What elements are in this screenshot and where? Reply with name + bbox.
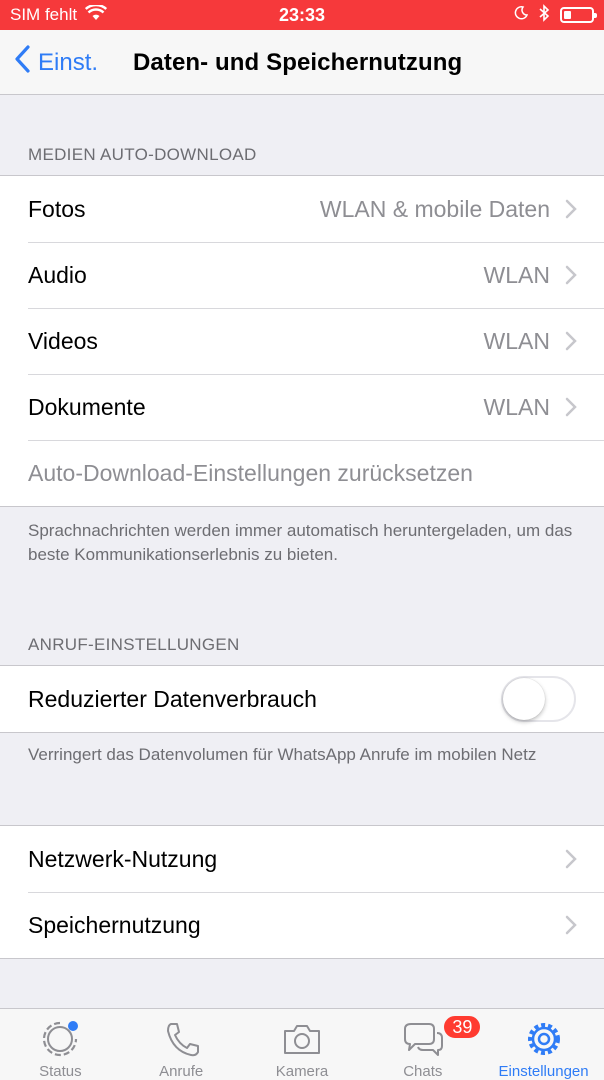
battery-icon [559,7,597,23]
tab-label: Status [39,1063,82,1080]
chevron-right-icon [565,397,577,417]
tab-camera[interactable]: Kamera [242,1009,363,1080]
tab-bar: Status Anrufe Kamera 39 Chats Einstellun… [0,1008,604,1080]
page-title: Daten- und Speichernutzung [133,48,463,76]
row-dokumente[interactable]: Dokumente WLAN [0,374,604,440]
unread-badge: 39 [442,1014,483,1040]
chevron-right-icon [565,331,577,351]
bluetooth-icon [538,3,550,27]
wifi-icon [85,3,108,26]
row-label: Speichernutzung [28,911,201,938]
back-button[interactable]: Einst. [14,30,98,95]
row-label: Fotos [28,195,86,222]
navigation-bar: Einst. Daten- und Speichernutzung [0,30,604,95]
tab-settings[interactable]: Einstellungen [483,1009,604,1080]
low-data-toggle[interactable] [501,676,576,722]
reset-auto-download-button[interactable]: Auto-Download-Einstellungen zurücksetzen [0,440,604,506]
status-icon [43,1021,79,1057]
chevron-right-icon [565,199,577,219]
row-value: WLAN [483,327,550,354]
carrier-label: SIM fehlt [10,5,78,24]
chevron-right-icon [565,915,577,935]
reset-label: Auto-Download-Einstellungen zurücksetzen [28,459,473,486]
usage-group: Netzwerk-Nutzung Speichernutzung [0,825,604,959]
call-group: Reduzierter Datenverbrauch [0,665,604,733]
media-group: Fotos WLAN & mobile Daten Audio WLAN Vid… [0,175,604,507]
row-low-data-usage: Reduzierter Datenverbrauch [0,666,604,732]
tab-calls[interactable]: Anrufe [121,1009,242,1080]
tab-label: Kamera [275,1063,329,1080]
row-label: Netzwerk-Nutzung [28,845,218,872]
row-label: Videos [28,327,98,354]
gear-icon [527,1023,560,1055]
section-header-calls: ANRUF-EINSTELLUNGEN [28,635,240,654]
camera-icon [283,1025,320,1054]
tab-label: Anrufe [159,1063,204,1080]
row-audio[interactable]: Audio WLAN [0,242,604,308]
row-label: Reduzierter Datenverbrauch [28,685,317,712]
tab-label: Einstellungen [498,1063,589,1080]
row-value: WLAN [483,261,550,288]
media-footer-note: Sprachnachrichten werden immer automatis… [28,521,573,564]
row-label: Dokumente [28,393,146,420]
chevron-left-icon [14,45,30,80]
chats-icon [403,1023,443,1056]
row-network-usage[interactable]: Netzwerk-Nutzung [0,826,604,892]
moon-icon [514,5,529,25]
section-header-media: MEDIEN AUTO-DOWNLOAD [28,145,257,164]
call-footer-note: Verringert das Datenvolumen für WhatsApp… [28,745,537,764]
row-fotos[interactable]: Fotos WLAN & mobile Daten [0,176,604,242]
row-value: WLAN & mobile Daten [319,195,550,222]
phone-icon [167,1023,200,1057]
tab-status[interactable]: Status [0,1009,121,1080]
tab-chats[interactable]: 39 Chats [362,1009,483,1080]
toggle-knob [503,678,545,720]
tab-label: Chats [403,1063,443,1080]
back-label: Einst. [38,48,99,76]
status-bar: SIM fehlt 23:33 [0,0,604,30]
chevron-right-icon [565,265,577,285]
chevron-right-icon [565,849,577,869]
row-label: Audio [28,261,87,288]
row-videos[interactable]: Videos WLAN [0,308,604,374]
clock: 23:33 [278,4,326,25]
row-storage-usage[interactable]: Speichernutzung [0,892,604,958]
row-value: WLAN [483,393,550,420]
